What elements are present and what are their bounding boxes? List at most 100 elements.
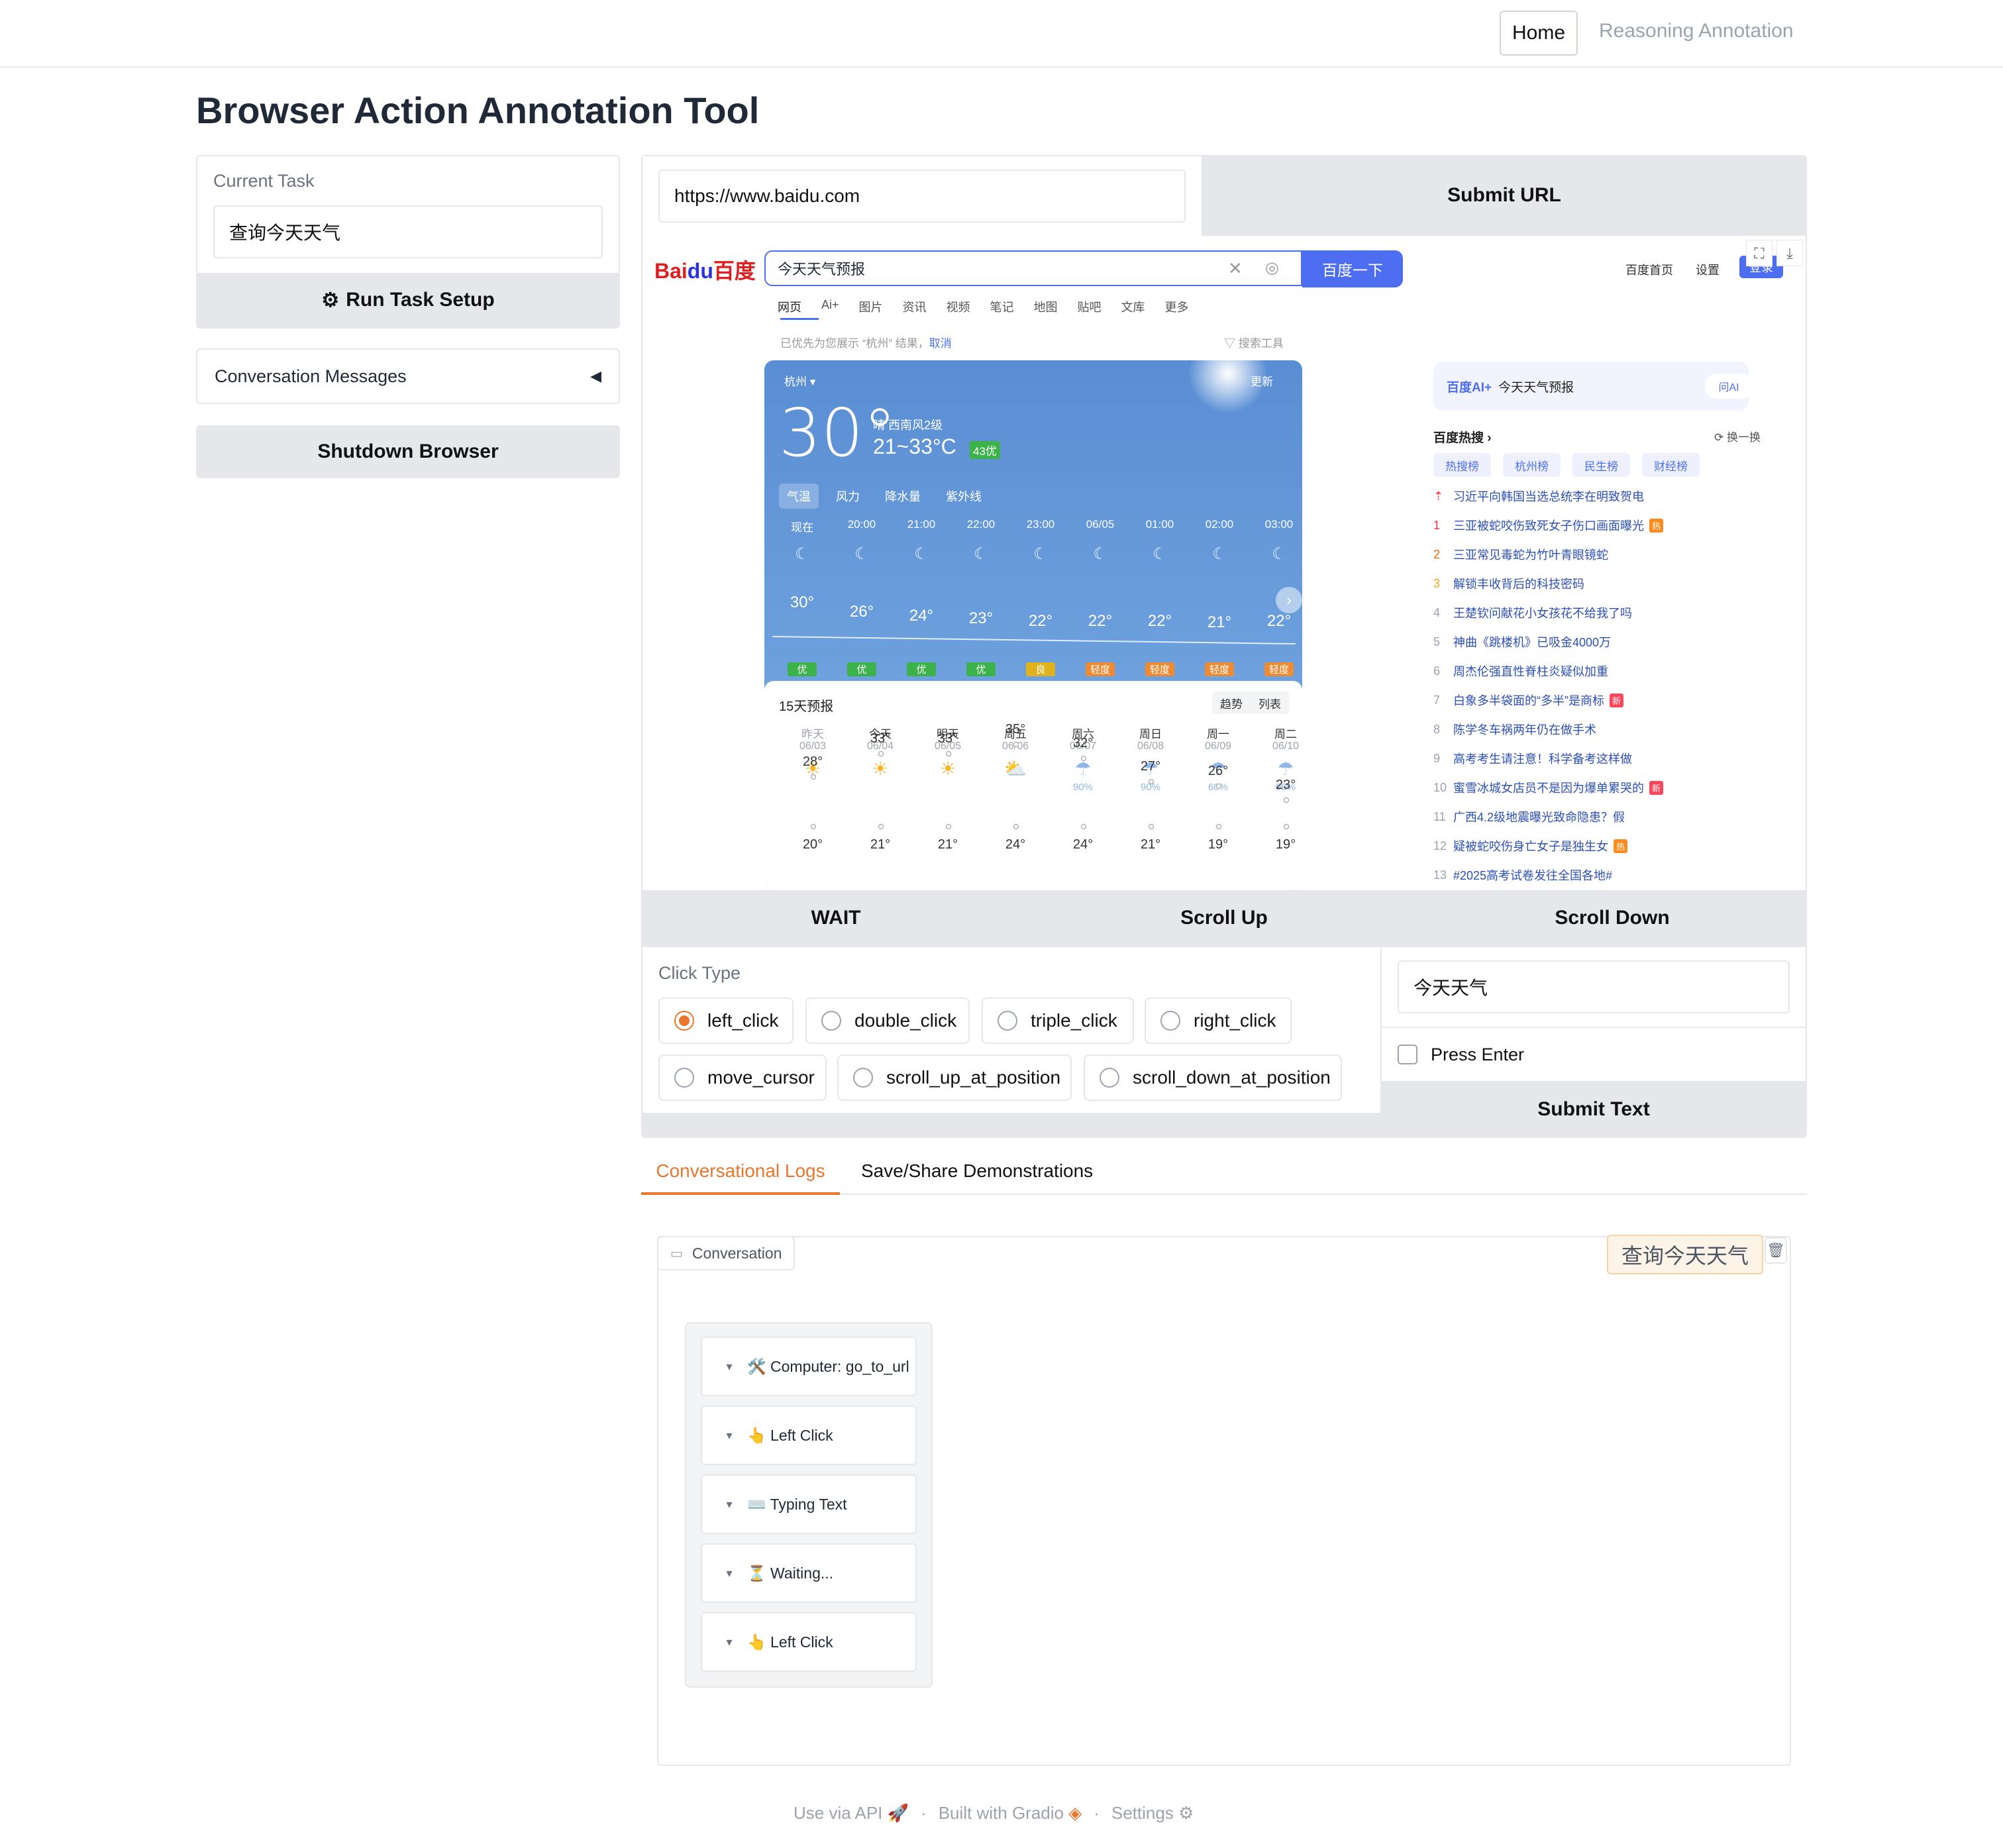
baidu-tab[interactable]: 文库 (1121, 298, 1145, 318)
nav-reasoning-link[interactable]: Reasoning Annotation (1599, 20, 1794, 42)
low-temp: 24° (1005, 837, 1026, 852)
radio-right-click[interactable]: right_click (1145, 998, 1292, 1044)
baidu-tab[interactable]: 地图 (1034, 298, 1058, 318)
tab-save-share[interactable]: Save/Share Demonstrations (861, 1160, 1093, 1182)
settings-link[interactable]: Settings ⚙ (1111, 1803, 1194, 1823)
baidu-tab[interactable]: 视频 (947, 298, 970, 318)
radio-move-cursor[interactable]: move_cursor (658, 1054, 827, 1101)
hot-item[interactable]: 2 三亚常见毒蛇为竹叶青眼镜蛇 (1433, 544, 1791, 564)
trash-icon[interactable]: 🗑 (1765, 1237, 1787, 1264)
low-point (811, 824, 816, 829)
hot-badge: 热 (1649, 518, 1664, 533)
next-hours-arrow[interactable]: › (1276, 587, 1302, 613)
log-item[interactable]: ▾ 🛠️ Computer: go_to_url (701, 1337, 917, 1396)
task-input[interactable]: 查询今天天气 (213, 205, 603, 258)
download-icon[interactable]: ⤓ (1776, 240, 1803, 266)
submit-text-button[interactable]: Submit Text (1382, 1082, 1806, 1137)
use-via-api-link[interactable]: Use via API 🚀 (794, 1803, 909, 1823)
log-item[interactable]: ▾ ⌨️ Typing Text (701, 1474, 917, 1534)
metric-tab[interactable]: 风力 (828, 484, 868, 509)
log-item[interactable]: ▾ 👆 Left Click (701, 1612, 917, 1672)
hour-label: 22:00 (966, 518, 996, 531)
hot-tab[interactable]: 民生榜 (1572, 453, 1630, 477)
search-tools[interactable]: ▽ 搜索工具 (1224, 334, 1284, 350)
baidu-tab[interactable]: 更多 (1165, 298, 1189, 318)
temperature-curve (772, 636, 1296, 645)
hot-item[interactable]: 6 周杰伦强直性脊柱炎疑似加重 (1433, 661, 1791, 681)
submit-url-button[interactable]: Submit URL (1203, 156, 1806, 234)
city-selector[interactable]: 杭州 ▾ (784, 372, 815, 389)
radio-left-click[interactable]: left_click (658, 998, 794, 1044)
hot-item[interactable]: 4 王楚钦问献花小女孩花不给我了吗 (1433, 603, 1791, 623)
low-temp: 20° (802, 837, 823, 852)
baidu-search-button[interactable]: 百度一下 (1302, 250, 1403, 287)
gear-icon: ⚙ (1178, 1803, 1194, 1823)
log-item[interactable]: ▾ ⏳ Waiting... (701, 1543, 917, 1603)
notice-cancel-link[interactable]: 取消 (929, 337, 952, 350)
metric-tab[interactable]: 紫外线 (938, 484, 990, 509)
hot-item[interactable]: 3 解锁丰收背后的科技密码 (1433, 574, 1791, 593)
built-with-gradio-link[interactable]: Built with Gradio ◈ (939, 1803, 1082, 1823)
metric-tab[interactable]: 降水量 (877, 484, 929, 509)
hot-rank: 1 (1433, 518, 1441, 532)
press-enter-checkbox[interactable] (1398, 1045, 1417, 1064)
hot-item[interactable]: ⇡ 习近平向韩国当选总统李在明致贺电 (1433, 486, 1791, 506)
ai-search-box[interactable]: 百度AI+ 今天天气预报 (1433, 362, 1749, 411)
scroll-up-button[interactable]: Scroll Up (1031, 890, 1417, 946)
hot-item[interactable]: 5 神曲《跳楼机》已吸金4000万 (1433, 632, 1791, 652)
baidu-tab[interactable]: 贴吧 (1078, 298, 1102, 318)
conversation-messages-accordion[interactable]: Conversation Messages ◀ (196, 348, 620, 404)
day-date: 06/10 (1272, 741, 1300, 752)
baidu-home-link[interactable]: 百度首页 (1625, 261, 1673, 278)
hot-item[interactable]: 1 三亚被蛇咬伤致死女子伤口画面曝光热 (1433, 515, 1791, 535)
baidu-settings-link[interactable]: 设置 (1696, 261, 1720, 278)
high-temp: 28° (802, 754, 823, 769)
forecast-view-switch[interactable]: 趋势 列表 (1212, 692, 1289, 714)
wait-button[interactable]: WAIT (642, 890, 1029, 946)
hot-tab[interactable]: 财经榜 (1642, 453, 1700, 477)
camera-icon[interactable]: ◎ (1265, 258, 1279, 278)
radio-scroll-down-at-position[interactable]: scroll_down_at_position (1084, 1054, 1342, 1101)
hot-item[interactable]: 7 白象多半袋面的“多半”是商标新 (1433, 690, 1791, 710)
high-temp: 35° (1005, 722, 1026, 737)
radio-double-click[interactable]: double_click (805, 998, 970, 1044)
hot-item[interactable]: 9 高考考生请注意！科学备考这样做 (1433, 748, 1791, 768)
hour-temp: 24° (909, 607, 934, 625)
ask-ai-button[interactable]: 问AI (1705, 374, 1753, 399)
clear-icon[interactable]: ✕ (1228, 258, 1243, 279)
low-point (878, 824, 884, 829)
baidu-tab[interactable]: 笔记 (990, 298, 1014, 318)
baidu-logo[interactable]: Baidu百度 (654, 254, 756, 285)
baidu-tab[interactable]: 网页 (778, 298, 801, 318)
hot-search-title[interactable]: 百度热搜 › (1433, 428, 1492, 446)
chevron-down-icon: ▾ (726, 1428, 733, 1442)
fullscreen-icon[interactable]: ⛶ (1746, 240, 1772, 266)
nav-home-button[interactable]: Home (1500, 11, 1578, 56)
log-item[interactable]: ▾ 👆 Left Click (701, 1406, 917, 1465)
hot-item[interactable]: 10 蜜雪冰城女店员不是因为爆单累哭的新 (1433, 778, 1791, 797)
tab-conversational-logs[interactable]: Conversational Logs (641, 1160, 840, 1195)
hot-tab[interactable]: 杭州榜 (1503, 453, 1561, 477)
list-view[interactable]: 列表 (1258, 695, 1281, 711)
hot-item[interactable]: 8 陈学冬车祸两年仍在做手术 (1433, 719, 1791, 739)
trend-view[interactable]: 趋势 (1220, 695, 1243, 711)
scroll-down-button[interactable]: Scroll Down (1419, 890, 1806, 946)
shutdown-browser-button[interactable]: Shutdown Browser (196, 425, 620, 478)
hot-tab[interactable]: 热搜榜 (1433, 453, 1491, 477)
radio-scroll-up-at-position[interactable]: scroll_up_at_position (837, 1054, 1072, 1101)
hot-item[interactable]: 11 广西4.2级地震曝光致命隐患？假 (1433, 807, 1791, 827)
radio-triple-click[interactable]: triple_click (982, 998, 1134, 1044)
baidu-tab[interactable]: 图片 (859, 298, 883, 318)
baidu-tab[interactable]: Ai+ (821, 298, 839, 318)
hour-temp: 22° (1266, 612, 1292, 630)
refresh-hot[interactable]: ⟳ 换一换 (1714, 428, 1761, 444)
metric-tab[interactable]: 气温 (779, 484, 819, 509)
hot-item[interactable]: 12 疑被蛇咬伤身亡女子是独生女热 (1433, 836, 1791, 856)
url-input[interactable]: https://www.baidu.com (658, 170, 1186, 223)
type-text-input[interactable]: 今天天气 (1398, 960, 1790, 1013)
browser-screenshot[interactable]: Baidu百度 今天天气预报 ✕ ◎ 百度一下 百度首页 设置 登录 ⛶ ⤓ 网… (642, 236, 1806, 890)
run-task-setup-button[interactable]: ⚙ Run Task Setup (197, 273, 619, 327)
baidu-search-input[interactable]: 今天天气预报 (764, 250, 1302, 286)
baidu-tab[interactable]: 资讯 (903, 298, 927, 318)
hot-item[interactable]: 13 #2025高考试卷发往全国各地# (1433, 865, 1791, 885)
